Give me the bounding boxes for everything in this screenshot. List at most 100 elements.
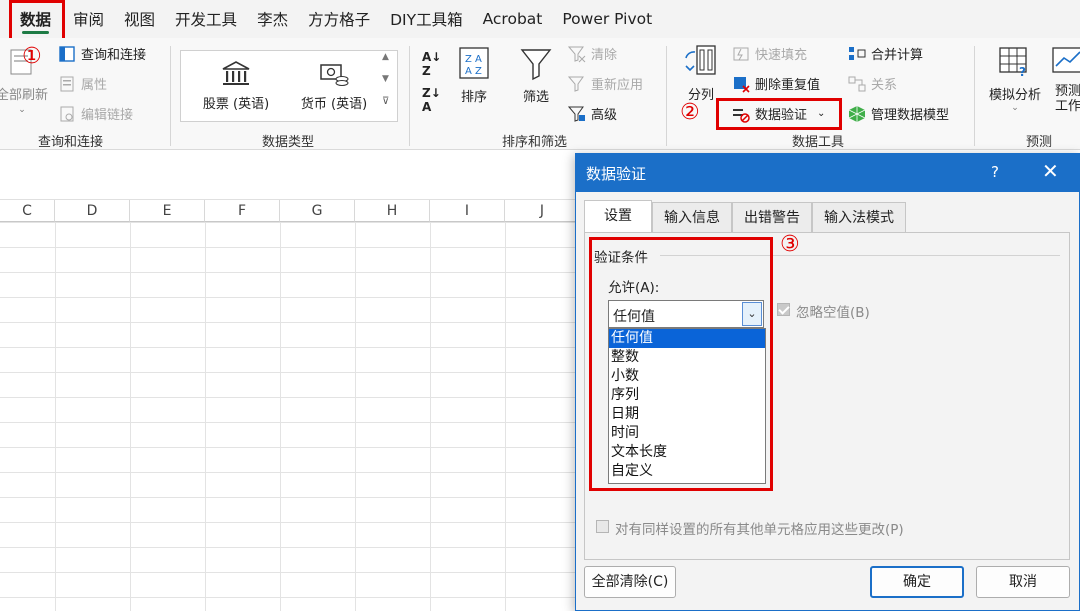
relationships-icon <box>848 76 866 91</box>
tab-label: 李杰 <box>257 11 289 29</box>
tab-label: Power Pivot <box>562 10 653 28</box>
apply-all-checkbox[interactable] <box>596 520 609 533</box>
reapply-label: 重新应用 <box>591 78 644 93</box>
gallery-scroll-up[interactable]: ▲ <box>382 52 389 62</box>
tab-developer[interactable]: 开发工具 <box>165 0 247 38</box>
annotation-box-data-tab <box>9 0 65 42</box>
help-button[interactable]: ? <box>991 163 999 181</box>
ribbon: 全部刷新 ⌄ ① 查询和连接 属性 编辑链接 查询和连接 股票 (英语) 货币 … <box>0 38 1080 150</box>
sort-asc-button[interactable]: A↓ Z <box>422 50 441 78</box>
tab-lijie[interactable]: 李杰 <box>247 0 298 38</box>
tab-review[interactable]: 审阅 <box>63 0 114 38</box>
filter-button[interactable]: 筛选 <box>514 46 558 105</box>
edit-links-button[interactable]: 编辑链接 <box>58 104 133 123</box>
edit-links-icon <box>60 106 74 121</box>
annotation-step-3: ③ <box>780 232 800 257</box>
ignore-blank-checkbox[interactable] <box>777 303 790 316</box>
group-separator <box>170 46 171 146</box>
cancel-button[interactable]: 取消 <box>976 566 1070 598</box>
query-connections-button[interactable]: 查询和连接 <box>58 44 146 63</box>
stocks-button[interactable]: 股票 (英语) <box>191 59 281 112</box>
properties-button[interactable]: 属性 <box>58 74 107 93</box>
forecast-sheet-label-1: 预测 <box>1054 84 1080 99</box>
column-header-e[interactable]: E <box>130 200 205 222</box>
remove-duplicates-label: 删除重复值 <box>755 78 821 93</box>
column-header-d[interactable]: D <box>55 200 130 222</box>
ribbon-tab-bar: 数据 审阅 视图 开发工具 李杰 方方格子 DIY工具箱 Acrobat Pow… <box>0 0 1080 38</box>
tab-view[interactable]: 视图 <box>114 0 165 38</box>
svg-text:?: ? <box>1019 65 1026 79</box>
column-letter: E <box>162 203 172 219</box>
group-separator <box>974 46 975 146</box>
group-label-data-tools: 数据工具 <box>792 135 845 150</box>
bank-icon <box>222 61 250 85</box>
annotation-step-1: ① <box>22 44 42 69</box>
tab-acrobat[interactable]: Acrobat <box>473 0 553 38</box>
tab-label: DIY工具箱 <box>390 11 463 29</box>
refresh-all-label: 全部刷新 <box>0 88 48 103</box>
tab-label: 输入法模式 <box>824 210 894 226</box>
column-header-j[interactable]: J <box>505 200 580 222</box>
what-if-analysis-button[interactable]: ? 模拟分析 ⌄ <box>984 44 1046 113</box>
column-header-h[interactable]: H <box>355 200 430 222</box>
clear-filter-button[interactable]: 清除 <box>568 44 617 63</box>
tab-settings[interactable]: 设置 <box>584 200 652 232</box>
currency-button[interactable]: 货币 (英语) <box>289 59 379 112</box>
flash-fill-button[interactable]: 快速填充 <box>732 44 807 63</box>
group-label-query: 查询和连接 <box>38 135 104 150</box>
remove-duplicates-icon <box>734 76 750 93</box>
column-letter: I <box>464 203 470 219</box>
group-label-sort: 排序和筛选 <box>502 135 568 150</box>
consolidate-icon <box>849 46 866 60</box>
forecast-sheet-button[interactable]: 预测 工作 <box>1048 44 1080 114</box>
properties-label: 属性 <box>81 78 108 93</box>
sort-za-icon: Z↓ A <box>422 86 441 114</box>
tab-input-message[interactable]: 输入信息 <box>652 202 732 232</box>
manage-data-model-label: 管理数据模型 <box>871 108 950 123</box>
relationships-button[interactable]: 关系 <box>848 74 897 93</box>
gallery-scroll-down[interactable]: ▼ <box>382 74 389 84</box>
tab-diy[interactable]: DIY工具箱 <box>380 0 472 38</box>
remove-duplicates-button[interactable]: 删除重复值 <box>732 74 820 93</box>
edit-links-label: 编辑链接 <box>81 108 134 123</box>
manage-data-model-button[interactable]: 管理数据模型 <box>848 104 949 123</box>
reapply-button[interactable]: 重新应用 <box>568 74 643 93</box>
annotation-box-data-validation <box>716 98 842 130</box>
clear-all-button[interactable]: 全部清除(C) <box>584 566 676 598</box>
column-letter: H <box>386 203 398 219</box>
reapply-icon <box>568 76 584 92</box>
sort-button[interactable]: Z A A Z 排序 <box>452 46 496 105</box>
clear-filter-icon <box>568 46 586 62</box>
sort-desc-button[interactable]: Z↓ A <box>422 86 441 114</box>
column-letter: D <box>86 203 98 219</box>
flash-fill-label: 快速填充 <box>755 48 808 63</box>
ok-button[interactable]: 确定 <box>870 566 964 598</box>
column-header-i[interactable]: I <box>430 200 505 222</box>
column-header-g[interactable]: G <box>280 200 355 222</box>
close-icon[interactable]: ✕ <box>1042 159 1059 183</box>
gallery-more[interactable]: ⊽ <box>382 96 389 107</box>
tab-fangfang[interactable]: 方方格子 <box>298 0 380 38</box>
advanced-filter-button[interactable]: 高级 <box>568 104 617 123</box>
tab-label: 出错警告 <box>744 210 800 226</box>
column-header-f[interactable]: F <box>205 200 280 222</box>
tab-ime-mode[interactable]: 输入法模式 <box>812 202 906 232</box>
forecast-sheet-label-2: 工作 <box>1054 99 1080 114</box>
ok-label: 确定 <box>903 574 931 590</box>
tab-label: 方方格子 <box>308 11 371 29</box>
dialog-title-bar[interactable]: 数据验证 ? ✕ <box>576 154 1079 192</box>
relationships-label: 关系 <box>871 78 898 93</box>
consolidate-button[interactable]: 合并计算 <box>848 44 923 63</box>
chevron-down-icon: ⌄ <box>1011 103 1019 113</box>
text-to-columns-button[interactable]: 分列 <box>678 44 724 103</box>
tab-error-alert[interactable]: 出错警告 <box>732 202 812 232</box>
dialog-title: 数据验证 <box>586 165 647 183</box>
column-letter: J <box>539 203 545 219</box>
tab-power-pivot[interactable]: Power Pivot <box>552 0 662 38</box>
currency-label: 货币 (英语) <box>300 97 368 112</box>
column-header-c[interactable]: C <box>0 200 55 222</box>
column-letter: G <box>311 203 323 219</box>
cancel-label: 取消 <box>1009 574 1037 590</box>
properties-icon <box>60 76 74 91</box>
data-types-gallery: 股票 (英语) 货币 (英语) <box>180 50 398 122</box>
